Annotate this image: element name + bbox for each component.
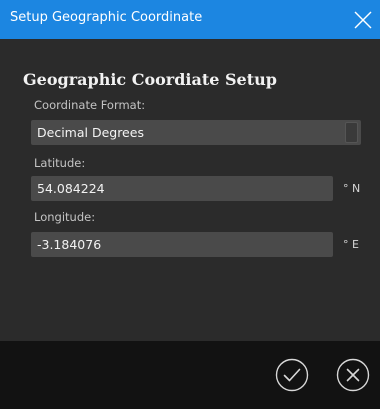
geo-coordinate-dialog: Setup Geographic Coordinate Geographic C… [0, 0, 380, 409]
coordinate-format-value: Decimal Degrees [37, 125, 144, 140]
close-icon[interactable] [352, 9, 374, 31]
latitude-label: Latitude: [34, 156, 86, 170]
longitude-label: Longitude: [34, 210, 96, 224]
window-title: Setup Geographic Coordinate [10, 10, 203, 25]
confirm-button[interactable] [275, 358, 309, 392]
select-handle[interactable] [345, 122, 358, 143]
cancel-button[interactable] [336, 358, 370, 392]
latitude-unit: ° N [343, 182, 361, 195]
x-circle-icon [336, 358, 370, 392]
page-title: Geographic Coordiate Setup [23, 70, 277, 89]
title-bar: Setup Geographic Coordinate [0, 0, 380, 39]
coordinate-format-select[interactable]: Decimal Degrees [31, 120, 361, 145]
checkmark-circle-icon [275, 358, 309, 392]
longitude-input[interactable] [31, 232, 333, 257]
latitude-input[interactable] [31, 176, 333, 201]
coordinate-format-label: Coordinate Format: [34, 98, 146, 112]
dialog-footer [0, 341, 380, 409]
longitude-unit: ° E [343, 238, 359, 251]
